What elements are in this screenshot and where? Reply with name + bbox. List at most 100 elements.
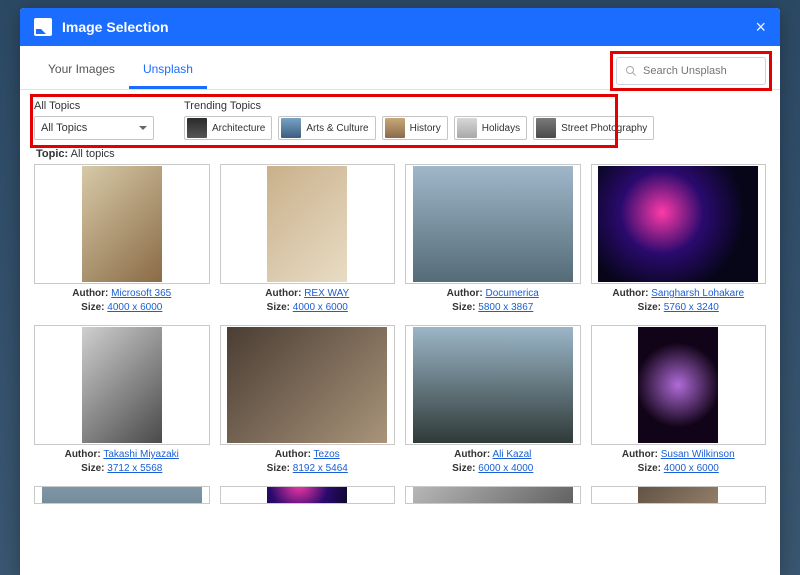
size-link[interactable]: 6000 x 4000	[478, 463, 533, 474]
result-image[interactable]	[82, 166, 162, 282]
tabs-row: Your Images Unsplash	[20, 46, 780, 90]
search-box[interactable]	[616, 57, 766, 85]
author-link[interactable]: Documerica	[486, 288, 539, 299]
size-label: Size:	[267, 302, 290, 313]
chip-label: History	[410, 123, 441, 134]
size-label: Size:	[638, 302, 661, 313]
chip-holidays[interactable]: Holidays	[454, 116, 527, 140]
result-card: Author: Ali Kazal Size: 6000 x 4000	[405, 325, 581, 476]
all-topics-label: All Topics	[34, 100, 154, 112]
result-image[interactable]	[598, 166, 758, 282]
chip-thumb	[187, 118, 207, 138]
result-caption: Author: Ali Kazal Size: 6000 x 4000	[405, 448, 581, 476]
size-link[interactable]: 8192 x 5464	[293, 463, 348, 474]
result-frame[interactable]	[591, 486, 767, 504]
result-image[interactable]	[267, 166, 347, 282]
result-frame[interactable]	[405, 486, 581, 504]
chip-thumb	[281, 118, 301, 138]
result-image[interactable]	[638, 327, 718, 443]
all-topics-select[interactable]: All Topics	[34, 116, 154, 140]
author-link[interactable]: Takashi Miyazaki	[103, 449, 179, 460]
chip-thumb	[536, 118, 556, 138]
author-link[interactable]: Microsoft 365	[111, 288, 171, 299]
size-link[interactable]: 3712 x 5568	[107, 463, 162, 474]
result-card: Author: DocumericaSize: 5800 x 3867	[405, 164, 581, 315]
chip-arts-culture[interactable]: Arts & Culture	[278, 116, 375, 140]
chip-architecture[interactable]: Architecture	[184, 116, 272, 140]
author-link[interactable]: Tezos	[314, 449, 340, 460]
author-label: Author:	[454, 449, 490, 460]
chevron-down-icon	[139, 126, 147, 130]
chip-history[interactable]: History	[382, 116, 448, 140]
result-image[interactable]	[413, 327, 573, 443]
result-caption: Author: DocumericaSize: 5800 x 3867	[405, 287, 581, 315]
result-image[interactable]	[42, 486, 202, 504]
chip-street-photography[interactable]: Street Photography	[533, 116, 654, 140]
result-card: Author: Microsoft 365 Size: 4000 x 6000	[34, 164, 210, 315]
author-link[interactable]: Sangharsh Lohakare	[651, 288, 744, 299]
result-image[interactable]	[82, 327, 162, 443]
result-card	[34, 486, 210, 504]
result-frame[interactable]	[405, 325, 581, 445]
size-label: Size:	[452, 302, 475, 313]
author-label: Author:	[275, 449, 311, 460]
image-selection-modal: Image Selection × Your Images Unsplash A…	[20, 8, 780, 575]
result-frame[interactable]	[220, 164, 396, 284]
image-icon	[34, 18, 52, 36]
size-link[interactable]: 4000 x 6000	[293, 302, 348, 313]
result-image[interactable]	[638, 486, 718, 504]
tab-your-images[interactable]: Your Images	[34, 52, 129, 89]
result-card: Author: TezosSize: 8192 x 5464	[220, 325, 396, 476]
result-image[interactable]	[413, 166, 573, 282]
chip-thumb	[457, 118, 477, 138]
chip-label: Holidays	[482, 123, 520, 134]
topic-value: All topics	[71, 148, 115, 160]
result-frame[interactable]	[220, 486, 396, 504]
result-caption: Author: Sangharsh LohakareSize: 5760 x 3…	[591, 287, 767, 315]
result-image[interactable]	[227, 327, 387, 443]
result-card	[405, 486, 581, 504]
author-label: Author:	[72, 288, 108, 299]
size-link[interactable]: 5800 x 3867	[478, 302, 533, 313]
result-frame[interactable]	[220, 325, 396, 445]
topic-line: Topic: All topics	[20, 144, 780, 162]
all-topics-value: All Topics	[41, 122, 87, 134]
author-link[interactable]: REX WAY	[304, 288, 349, 299]
search-input[interactable]	[643, 65, 757, 77]
trending-col: Trending Topics Architecture Arts & Cult…	[184, 100, 654, 140]
trending-chips: Architecture Arts & Culture History Holi…	[184, 116, 654, 140]
author-label: Author:	[622, 449, 658, 460]
size-link[interactable]: 5760 x 3240	[664, 302, 719, 313]
result-card: Author: Susan WilkinsonSize: 4000 x 6000	[591, 325, 767, 476]
chip-label: Street Photography	[561, 123, 647, 134]
result-image[interactable]	[413, 486, 573, 504]
result-caption: Author: REX WAY Size: 4000 x 6000	[220, 287, 396, 315]
result-frame[interactable]	[34, 486, 210, 504]
tab-unsplash[interactable]: Unsplash	[129, 52, 207, 89]
result-image[interactable]	[267, 486, 347, 504]
close-icon[interactable]: ×	[755, 17, 766, 38]
size-link[interactable]: 4000 x 6000	[107, 302, 162, 313]
result-frame[interactable]	[34, 164, 210, 284]
size-link[interactable]: 4000 x 6000	[664, 463, 719, 474]
result-caption: Author: Microsoft 365 Size: 4000 x 6000	[34, 287, 210, 315]
size-label: Size:	[452, 463, 475, 474]
size-label: Size:	[81, 463, 104, 474]
result-frame[interactable]	[405, 164, 581, 284]
result-card	[220, 486, 396, 504]
modal-title: Image Selection	[62, 19, 755, 35]
result-card: Author: Takashi Miyazaki Size: 3712 x 556…	[34, 325, 210, 476]
all-topics-col: All Topics All Topics	[34, 100, 154, 140]
search-icon	[625, 65, 637, 77]
size-label: Size:	[81, 302, 104, 313]
chip-thumb	[385, 118, 405, 138]
result-caption: Author: Susan WilkinsonSize: 4000 x 6000	[591, 448, 767, 476]
result-frame[interactable]	[591, 325, 767, 445]
result-frame[interactable]	[34, 325, 210, 445]
result-caption: Author: Takashi Miyazaki Size: 3712 x 556…	[34, 448, 210, 476]
author-label: Author:	[65, 449, 101, 460]
result-frame[interactable]	[591, 164, 767, 284]
author-link[interactable]: Susan Wilkinson	[661, 449, 735, 460]
author-link[interactable]: Ali Kazal	[492, 449, 531, 460]
author-label: Author:	[265, 288, 301, 299]
